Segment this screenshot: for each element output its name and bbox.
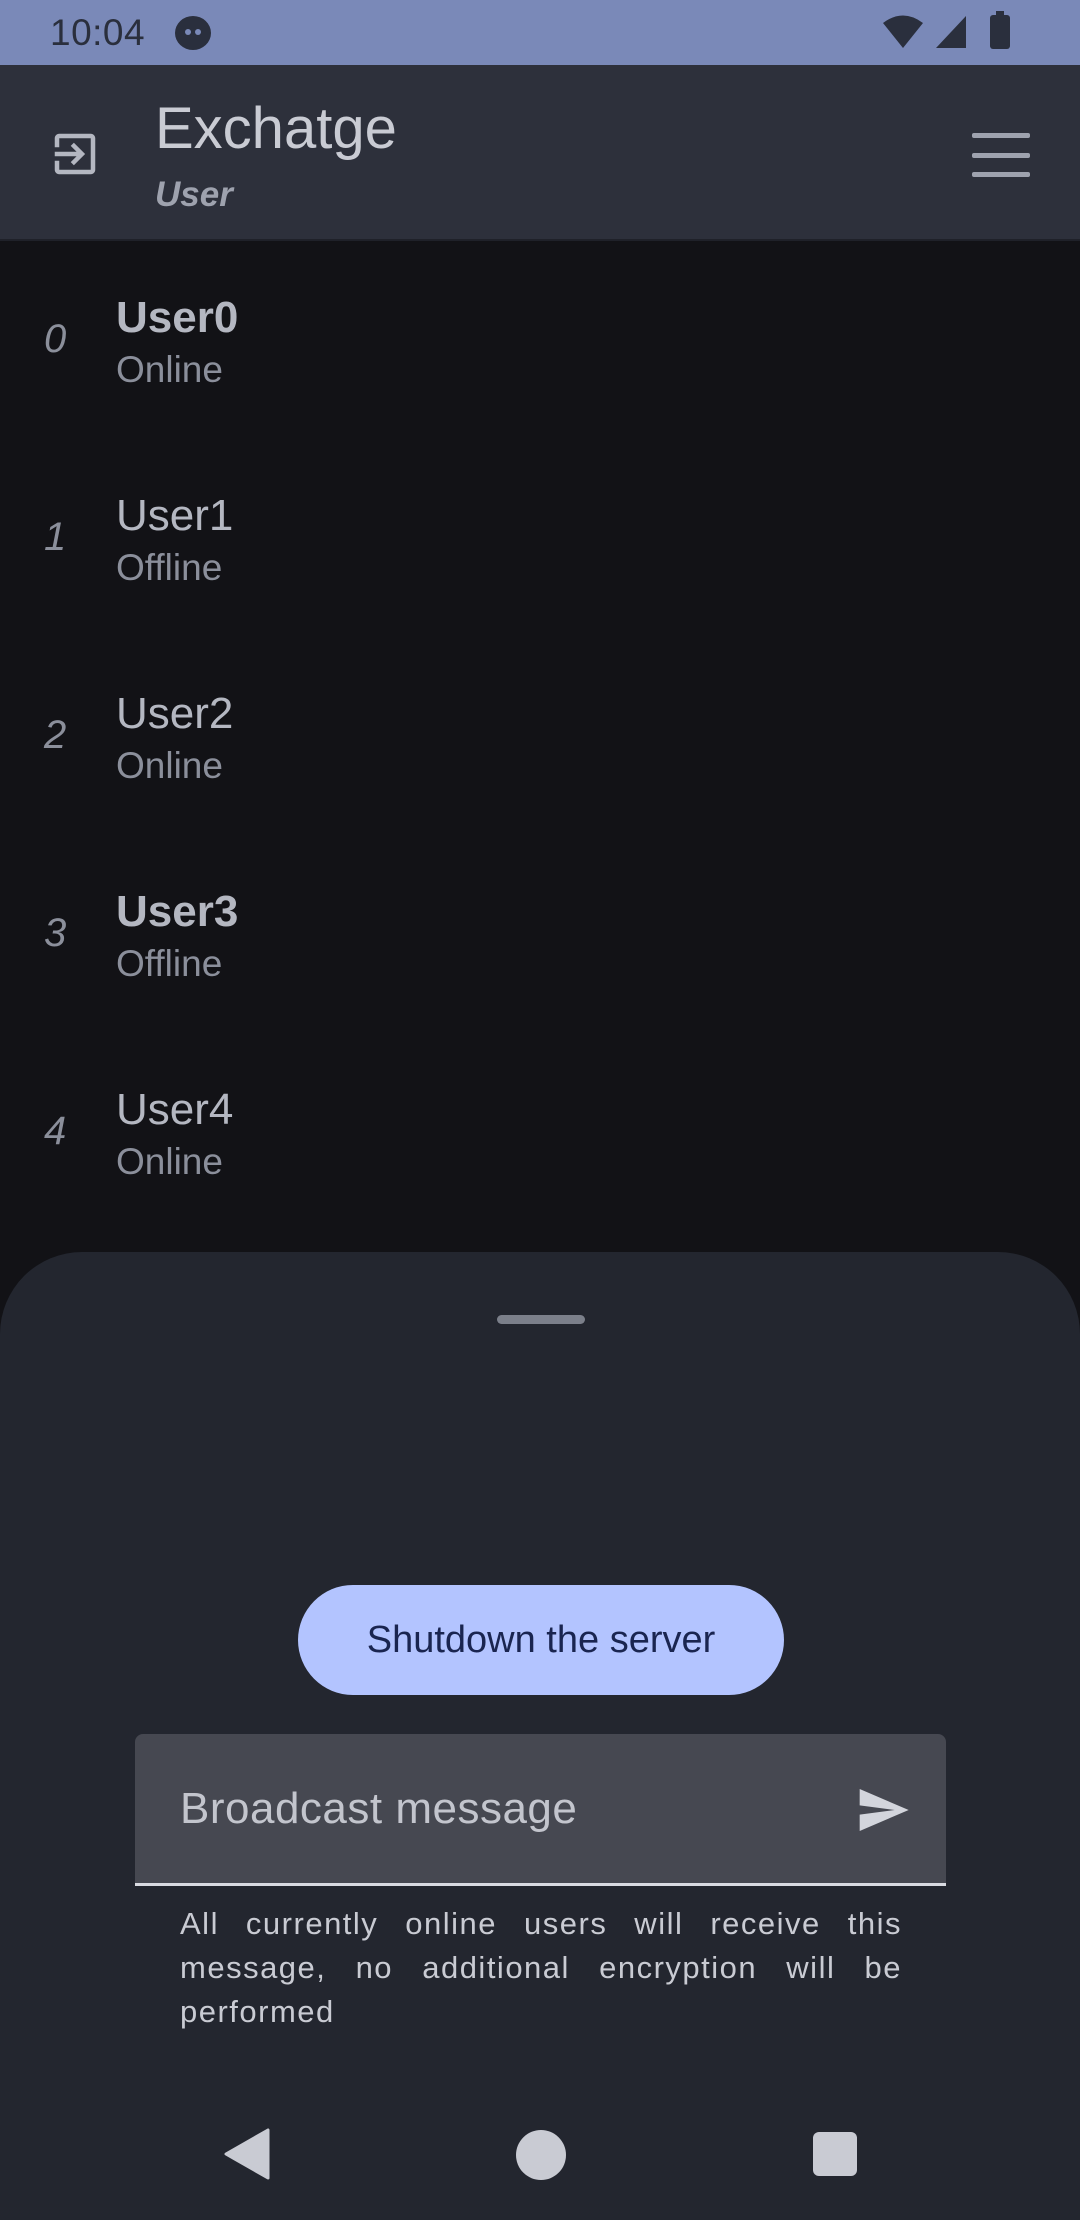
exit-to-app-icon (54, 133, 96, 175)
wifi-icon (883, 15, 923, 48)
user-status: Offline (116, 547, 223, 588)
menu-icon-line (972, 172, 1030, 177)
user-list-item[interactable]: 3 User3 Offline (0, 837, 1080, 1035)
user-list-item[interactable]: 0 User0 Online (0, 243, 1080, 441)
app-title: Exchatge (155, 96, 397, 161)
notification-app-icon (175, 16, 211, 50)
user-index: 2 (44, 713, 67, 757)
broadcast-message-input[interactable] (180, 1776, 820, 1842)
drag-handle[interactable] (497, 1315, 585, 1324)
user-list-item[interactable]: 2 User2 Online (0, 639, 1080, 837)
user-index: 0 (44, 317, 67, 361)
cell-signal-icon (936, 16, 966, 48)
user-status: Offline (116, 943, 223, 984)
menu-icon (972, 133, 1030, 138)
user-status: Online (116, 1141, 223, 1182)
user-name: User1 (116, 491, 234, 540)
battery-icon (990, 11, 1010, 49)
exit-button[interactable] (44, 123, 106, 185)
navigation-bar (0, 2088, 1080, 2220)
user-status: Online (116, 349, 223, 390)
app-subtitle: User (155, 175, 233, 214)
user-index: 1 (44, 515, 67, 559)
broadcast-message-field (135, 1734, 946, 1886)
user-list-item[interactable]: 1 User1 Offline (0, 441, 1080, 639)
recents-icon[interactable] (813, 2132, 857, 2176)
user-name: User2 (116, 689, 234, 738)
user-index: 3 (44, 911, 67, 955)
status-icons (882, 11, 1010, 50)
user-list: 0 User0 Online 1 User1 Offline 2 User2 O… (0, 243, 1080, 1233)
user-list-item[interactable]: 4 User4 Online (0, 1035, 1080, 1233)
user-index: 4 (44, 1109, 67, 1153)
send-icon[interactable] (850, 1782, 916, 1838)
status-time: 10:04 (50, 11, 146, 53)
broadcast-helper-text: All currently online users will receive … (180, 1906, 902, 2029)
home-icon[interactable] (516, 2130, 566, 2180)
user-name: User4 (116, 1085, 234, 1134)
menu-icon-line (972, 152, 1030, 158)
user-name: User0 (116, 293, 239, 342)
user-status: Online (116, 745, 223, 786)
user-name: User3 (116, 887, 239, 936)
menu-button[interactable] (972, 133, 1030, 177)
app-bar: Exchatge User (0, 65, 1080, 241)
back-icon[interactable] (222, 2128, 270, 2180)
shutdown-server-button[interactable]: Shutdown the server (298, 1585, 784, 1695)
bottom-sheet: Shutdown the server All currently online… (0, 1252, 1080, 2220)
status-bar: 10:04 (0, 0, 1080, 65)
